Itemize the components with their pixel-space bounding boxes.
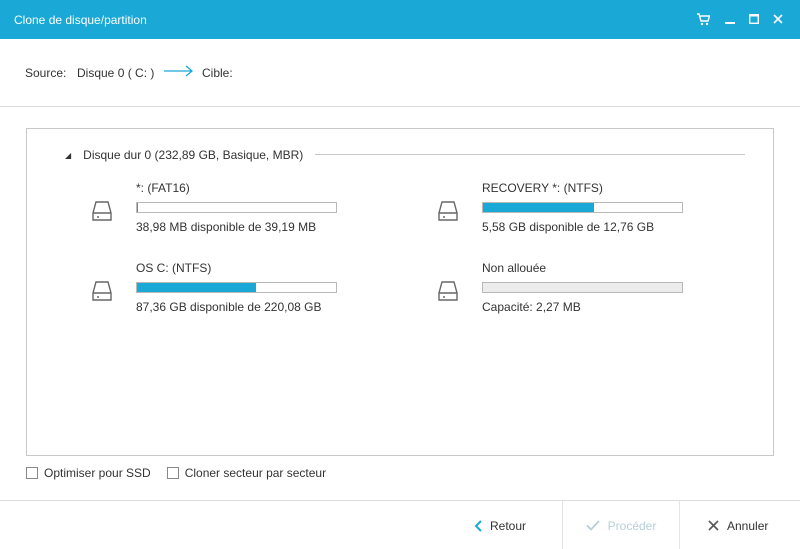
proceed-button[interactable]: Procéder xyxy=(562,501,680,549)
source-target-bar: Source: Disque 0 ( C: ) Cible: xyxy=(0,39,800,107)
target-label: Cible: xyxy=(202,66,233,80)
back-button[interactable]: Retour xyxy=(474,501,526,549)
clone-options: Optimiser pour SSD Cloner secteur par se… xyxy=(26,466,342,480)
hard-drive-icon xyxy=(92,201,112,221)
hard-drive-icon xyxy=(438,201,458,221)
sector-clone-label: Cloner secteur par secteur xyxy=(184,466,327,480)
partition-name: RECOVERY *: (NTFS) xyxy=(482,181,603,195)
hard-drive-icon xyxy=(92,281,112,301)
sector-clone-checkbox[interactable] xyxy=(166,467,179,479)
divider xyxy=(315,154,745,155)
proceed-label: Procéder xyxy=(607,518,657,533)
cancel-label: Annuler xyxy=(727,518,769,533)
optimize-ssd-checkbox[interactable] xyxy=(26,467,38,479)
partition-item[interactable]: RECOVERY *: (NTFS) 5,58 GB disponible de… xyxy=(436,181,696,241)
optimize-ssd-option[interactable]: Optimiser pour SSD xyxy=(26,466,151,480)
partition-name: *: (FAT16) xyxy=(136,181,190,195)
disk-panel: ◢ Disque dur 0 (232,89 GB, Basique, MBR)… xyxy=(26,128,774,456)
usage-bar xyxy=(136,202,337,213)
close-icon[interactable] xyxy=(769,10,787,28)
partition-item[interactable]: OS C: (NTFS) 87,36 GB disponible de 220,… xyxy=(90,261,350,321)
cart-icon[interactable] xyxy=(694,10,712,28)
title-bar: Clone de disque/partition xyxy=(0,0,800,39)
usage-bar xyxy=(136,282,337,293)
sector-clone-option[interactable]: Cloner secteur par secteur xyxy=(166,466,327,480)
partition-item[interactable]: *: (FAT16) 38,98 MB disponible de 39,19 … xyxy=(90,181,350,241)
footer: Retour Procéder Annuler xyxy=(0,500,800,549)
back-label: Retour xyxy=(490,518,527,533)
partition-item[interactable]: Non allouée Capacité: 2,27 MB xyxy=(436,261,696,321)
disk-title: Disque dur 0 (232,89 GB, Basique, MBR) xyxy=(83,148,304,162)
hard-drive-icon xyxy=(438,281,458,301)
partition-name: Non allouée xyxy=(482,261,547,275)
arrow-right-icon xyxy=(164,65,194,80)
partition-info: 38,98 MB disponible de 39,19 MB xyxy=(136,220,317,234)
check-icon xyxy=(586,520,600,531)
disk-header[interactable]: ◢ Disque dur 0 (232,89 GB, Basique, MBR) xyxy=(65,148,303,162)
collapse-triangle-icon[interactable]: ◢ xyxy=(65,151,71,160)
cancel-button[interactable]: Annuler xyxy=(708,501,768,549)
source-label: Source: xyxy=(25,66,67,80)
partition-name: OS C: (NTFS) xyxy=(136,261,212,275)
source-value: Disque 0 ( C: ) xyxy=(77,66,155,80)
partition-info: Capacité: 2,27 MB xyxy=(482,300,581,314)
chevron-left-icon xyxy=(474,519,482,532)
minimize-icon[interactable] xyxy=(721,10,739,28)
optimize-ssd-label: Optimiser pour SSD xyxy=(44,466,151,480)
partition-info: 5,58 GB disponible de 12,76 GB xyxy=(482,220,655,234)
window-title: Clone de disque/partition xyxy=(14,13,147,27)
usage-bar xyxy=(482,282,683,293)
partition-info: 87,36 GB disponible de 220,08 GB xyxy=(136,300,322,314)
maximize-icon[interactable] xyxy=(745,10,763,28)
usage-bar xyxy=(482,202,683,213)
close-x-icon xyxy=(708,520,719,531)
